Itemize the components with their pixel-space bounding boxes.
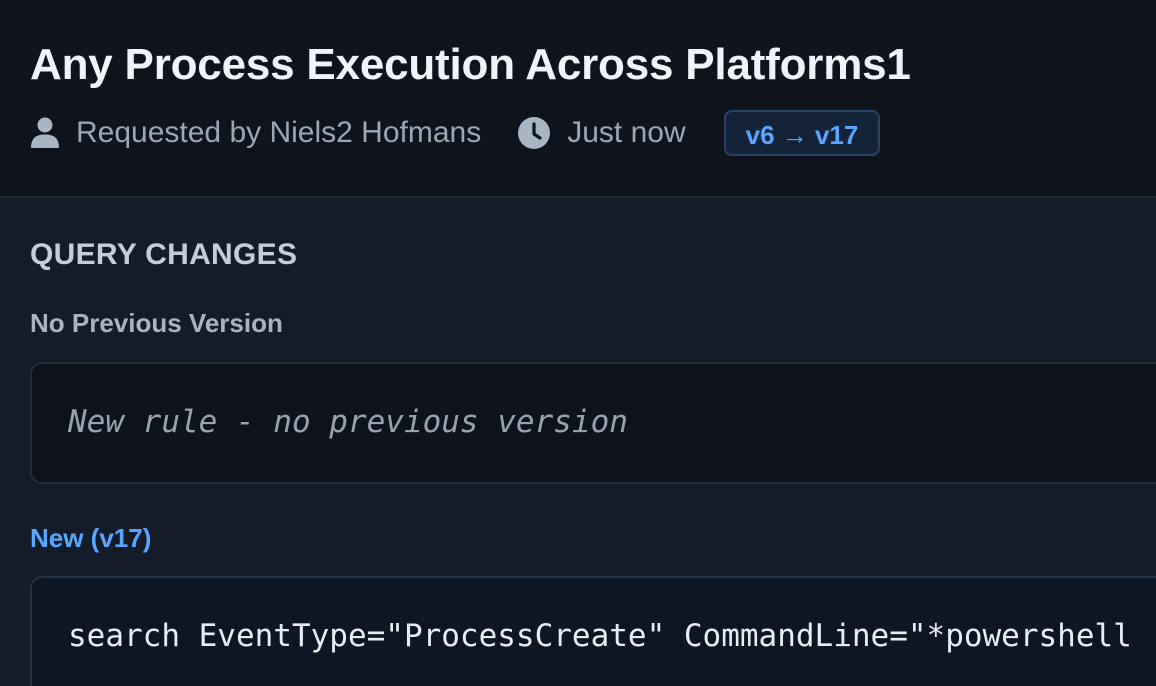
previous-version-box: New rule - no previous version bbox=[30, 362, 1156, 484]
previous-version-label: No Previous Version bbox=[30, 308, 283, 338]
requested-by: Requested by Niels2 Hofmans bbox=[30, 116, 481, 150]
timestamp: Just now bbox=[517, 116, 686, 150]
new-query-text[interactable]: search EventType="ProcessCreate" Command… bbox=[68, 618, 1132, 654]
section-heading: QUERY CHANGES bbox=[30, 238, 298, 271]
query-changes-section: QUERY CHANGES No Previous Version New ru… bbox=[0, 198, 1156, 686]
new-version-label: New (v17) bbox=[30, 523, 152, 553]
version-badge: v6 → v17 bbox=[723, 110, 881, 156]
page-title: Any Process Execution Across Platforms1 bbox=[30, 40, 911, 89]
clock-icon bbox=[517, 116, 567, 150]
rule-header: Any Process Execution Across Platforms1 … bbox=[0, 0, 1156, 198]
rule-meta: Requested by Niels2 Hofmans Just now v6 … bbox=[30, 108, 881, 158]
rule-change-page: Any Process Execution Across Platforms1 … bbox=[0, 0, 1156, 686]
previous-version-text: New rule - no previous version bbox=[68, 404, 628, 440]
requested-by-text: Requested by Niels2 Hofmans bbox=[76, 116, 482, 149]
user-icon bbox=[30, 117, 76, 149]
timestamp-text: Just now bbox=[567, 116, 686, 149]
new-query-box[interactable]: search EventType="ProcessCreate" Command… bbox=[30, 576, 1156, 686]
